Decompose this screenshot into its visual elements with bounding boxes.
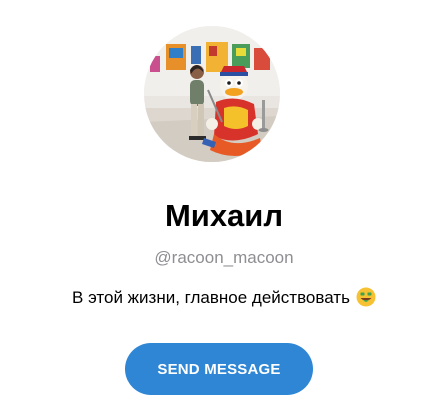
- avatar[interactable]: [144, 26, 280, 162]
- avatar-photo: [144, 26, 280, 162]
- send-message-button[interactable]: SEND MESSAGE: [125, 343, 313, 395]
- profile-card: Михаил @racoon_macoon В этой жизни, глав…: [0, 0, 448, 413]
- profile-name: Михаил: [164, 198, 284, 233]
- profile-username[interactable]: @racoon_macoon: [0, 246, 448, 270]
- bio-text: В этой жизни, главное действовать: [72, 288, 350, 307]
- profile-bio: В этой жизни, главное действовать: [0, 285, 448, 315]
- money-mouth-face-icon: [356, 287, 376, 315]
